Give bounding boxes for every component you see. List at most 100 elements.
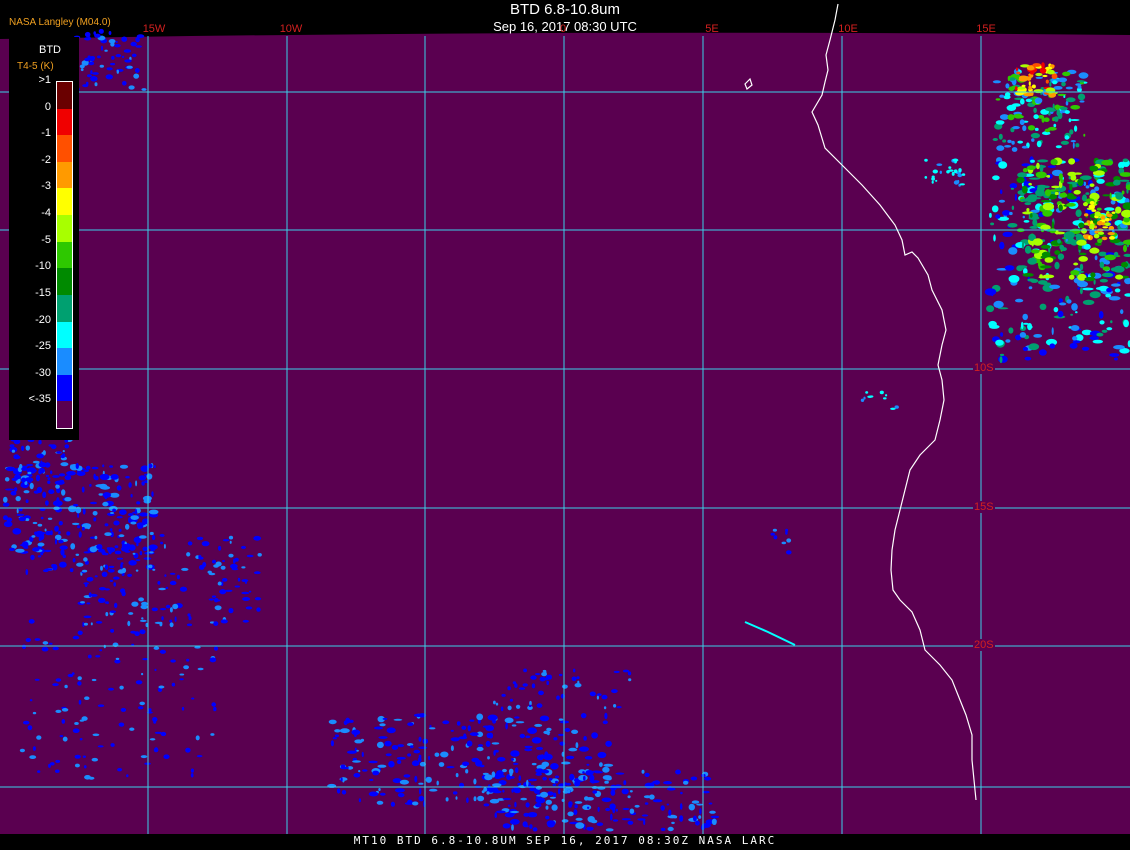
cloud-pixel <box>122 544 129 548</box>
cloud-pixel <box>589 774 595 782</box>
cloud-pixel <box>85 81 89 86</box>
cloud-pixel <box>246 554 254 558</box>
cloud-pixel <box>1101 159 1114 166</box>
cloud-pixel <box>179 586 188 592</box>
cloud-pixel <box>1014 193 1018 201</box>
cloud-pixel <box>512 681 517 685</box>
cloud-pixel <box>80 68 84 72</box>
cloud-pixel <box>1022 313 1028 321</box>
cloud-pixel <box>546 820 556 827</box>
legend-swatch <box>57 348 72 376</box>
cloud-pixel <box>455 773 459 778</box>
cloud-pixel <box>455 796 458 800</box>
cloud-pixel <box>382 717 388 720</box>
cloud-pixel <box>28 619 35 624</box>
cloud-pixel <box>505 722 508 730</box>
cloud-pixel <box>481 790 485 794</box>
cloud-pixel <box>58 530 61 535</box>
legend-swatch <box>57 268 72 296</box>
cloud-pixel <box>109 528 113 532</box>
cloud-pixel <box>1096 332 1104 337</box>
cloud-pixel <box>1104 217 1110 222</box>
cloud-pixel <box>541 769 550 774</box>
cloud-pixel <box>1122 158 1129 163</box>
cloud-pixel <box>440 751 449 758</box>
cloud-pixel <box>643 795 651 799</box>
cloud-pixel <box>58 521 63 526</box>
cloud-pixel <box>683 780 689 785</box>
cloud-pixel <box>120 562 124 565</box>
cloud-pixel <box>34 678 40 681</box>
cloud-pixel <box>190 768 194 773</box>
cloud-pixel <box>936 163 943 166</box>
cloud-pixel <box>538 690 544 696</box>
cloud-pixel <box>1007 139 1012 143</box>
cloud-pixel <box>127 620 131 627</box>
cloud-pixel <box>1118 161 1125 169</box>
cloud-pixel <box>241 591 250 595</box>
legend-swatch <box>57 215 72 243</box>
cloud-pixel <box>83 469 89 473</box>
cloud-pixel <box>1097 231 1105 235</box>
cloud-pixel <box>233 558 236 564</box>
cloud-pixel <box>211 595 217 598</box>
cloud-pixel <box>535 673 541 676</box>
cloud-pixel <box>1017 140 1023 144</box>
cloud-pixel <box>993 234 996 242</box>
cloud-pixel <box>885 394 888 397</box>
cloud-pixel <box>935 179 938 182</box>
cloud-pixel <box>82 569 88 573</box>
cloud-pixel <box>1033 334 1043 338</box>
cloud-pixel <box>1077 85 1082 89</box>
cloud-pixel <box>509 771 513 777</box>
cloud-pixel <box>1120 309 1124 315</box>
cloud-pixel <box>604 712 608 720</box>
cloud-pixel <box>369 778 374 782</box>
cloud-pixel <box>190 773 194 778</box>
cloud-pixel <box>98 597 106 604</box>
cloud-pixel <box>142 546 148 552</box>
cloud-pixel <box>1054 104 1061 110</box>
cloud-pixel <box>128 85 135 90</box>
cloud-pixel <box>187 613 191 617</box>
cloud-pixel <box>128 517 131 524</box>
cloud-pixel <box>407 753 412 757</box>
cloud-pixel <box>1110 320 1113 324</box>
cloud-pixel <box>133 538 140 542</box>
cloud-pixel <box>390 801 395 807</box>
cloud-pixel <box>194 646 201 649</box>
cloud-pixel <box>126 774 129 778</box>
cloud-pixel <box>587 816 595 823</box>
cloud-pixel <box>242 597 251 601</box>
cloud-pixel <box>1051 185 1060 189</box>
cloud-pixel <box>36 453 44 459</box>
cloud-pixel <box>532 827 538 832</box>
cloud-pixel <box>465 769 469 774</box>
cloud-pixel <box>1031 138 1035 142</box>
footer-caption: MT10 BTD 6.8-10.8UM SEP 16, 2017 08:30Z … <box>353 834 777 847</box>
cloud-pixel <box>1070 105 1081 110</box>
cloud-pixel <box>214 605 222 611</box>
cloud-pixel <box>1073 262 1079 266</box>
cloud-pixel <box>1037 280 1048 285</box>
cloud-pixel <box>530 675 537 680</box>
cloud-pixel <box>1101 272 1114 278</box>
cloud-pixel <box>1068 274 1075 280</box>
cloud-pixel <box>138 706 144 710</box>
cloud-pixel <box>1072 340 1081 344</box>
cloud-pixel <box>1036 185 1045 193</box>
cloud-pixel <box>340 764 346 768</box>
cloud-pixel <box>21 467 28 471</box>
cloud-pixel <box>154 668 157 672</box>
cloud-pixel <box>611 689 618 694</box>
cloud-pixel <box>612 806 616 814</box>
cloud-pixel <box>623 780 627 785</box>
cloud-pixel <box>666 803 670 806</box>
cloud-pixel <box>131 53 137 58</box>
cloud-pixel <box>518 687 526 690</box>
cloud-pixel <box>991 205 999 213</box>
cloud-pixel <box>110 62 116 66</box>
cloud-pixel <box>549 796 557 799</box>
cloud-pixel <box>149 531 154 536</box>
cloud-pixel <box>196 755 203 758</box>
